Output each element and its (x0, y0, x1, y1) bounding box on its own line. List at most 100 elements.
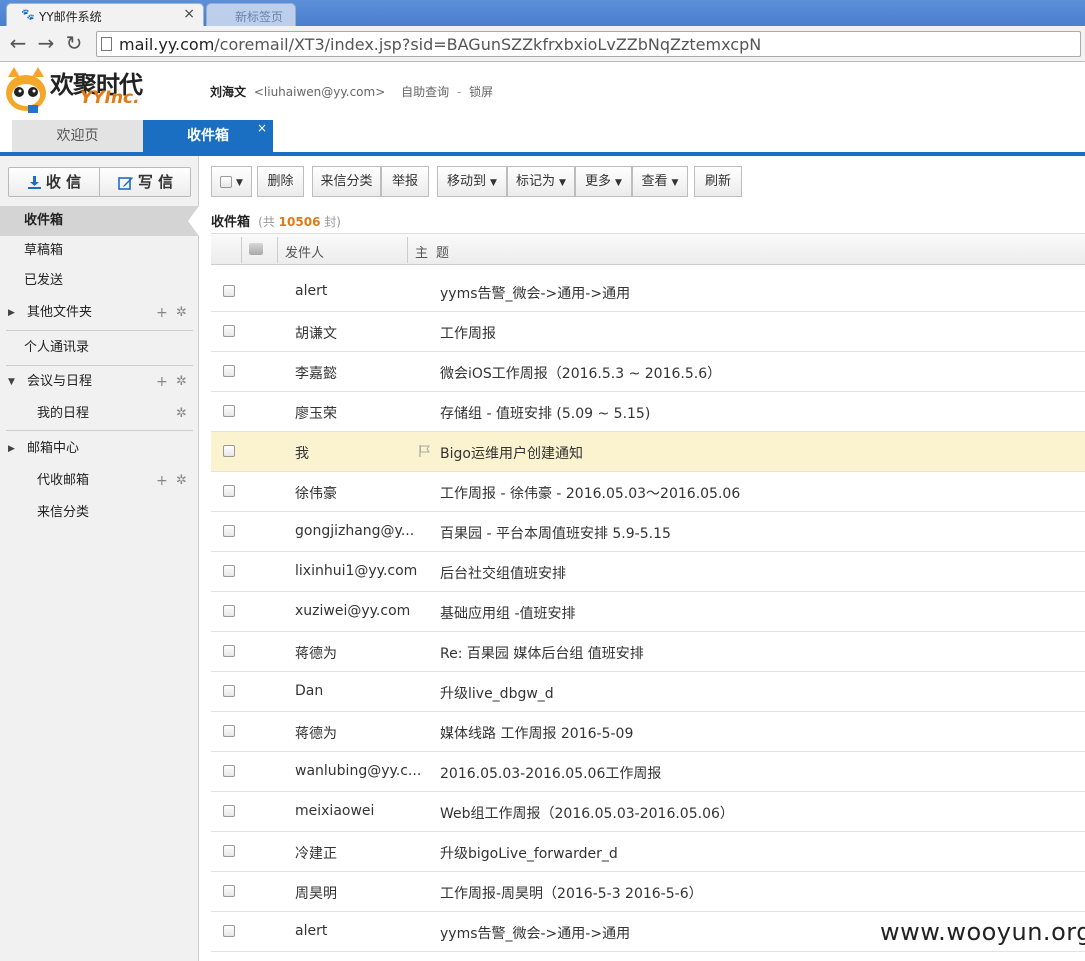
row-subject: 媒体线路 工作周报 2016-5-09 (440, 726, 634, 742)
row-checkbox[interactable] (223, 725, 235, 737)
forward-arrow-icon[interactable]: → (34, 32, 58, 56)
gear-icon[interactable]: ✲ (176, 466, 187, 496)
row-subject: 升级bigoLive_forwarder_d (440, 846, 618, 862)
table-row[interactable]: 蒋德为 Re: 百果园 媒体后台组 值班安排 (211, 632, 1085, 672)
row-subject: Web组工作周报（2016.05.03-2016.05.06） (440, 806, 734, 822)
add-collect-icon[interactable]: + (156, 466, 168, 496)
tab-welcome[interactable]: 欢迎页 (12, 120, 143, 152)
row-checkbox[interactable] (223, 685, 235, 697)
table-row[interactable]: 我 Bigo运维用户创建通知 (211, 432, 1085, 472)
select-all-checkbox[interactable] (220, 175, 233, 188)
refresh-button[interactable]: 刷新 (694, 166, 742, 197)
sidebar-item-label: 我的日程 (37, 406, 90, 421)
subject-column-header[interactable]: 主题 (415, 242, 457, 261)
logo-en-text: YYInc. (80, 88, 140, 108)
receive-button[interactable]: 收 信 (9, 168, 100, 196)
browser-tab-active[interactable]: 🐾 YY邮件系统 × (6, 3, 204, 26)
row-checkbox[interactable] (223, 445, 235, 457)
add-calendar-icon[interactable]: + (156, 367, 168, 397)
sidebar-item-drafts[interactable]: 草稿箱 (0, 236, 199, 266)
sidebar-item-other-folders[interactable]: ▶ 其他文件夹 + ✲ (0, 298, 199, 328)
download-icon (27, 176, 41, 189)
expand-arrow-icon[interactable]: ▶ (8, 434, 15, 464)
row-checkbox[interactable] (223, 365, 235, 377)
row-subject: 工作周报-周昊明（2016-5-3 2016-5-6） (440, 886, 703, 902)
delete-button[interactable]: 删除 (257, 166, 304, 197)
message-count: (共 10506 封) (258, 215, 341, 229)
sidebar-item-label: 邮箱中心 (27, 441, 80, 456)
row-sender: 我 (295, 446, 309, 462)
sidebar-item-inbox[interactable]: 收件箱 (0, 206, 199, 236)
back-arrow-icon[interactable]: ← (6, 32, 30, 56)
tab-inbox[interactable]: 收件箱 × (143, 120, 273, 152)
row-checkbox[interactable] (223, 525, 235, 537)
user-email: <liuhaiwen@yy.com> (253, 85, 386, 99)
table-row[interactable]: meixiaowei Web组工作周报（2016.05.03-2016.05.06… (211, 792, 1085, 832)
self-query-link[interactable]: 自助查询 (401, 85, 449, 99)
table-row[interactable]: 徐伟豪 工作周报 - 徐伟豪 - 2016.05.03～2016.05.06 (211, 472, 1085, 512)
mark-as-button[interactable]: 标记为 ▼ (507, 166, 575, 197)
row-sender: alert (295, 923, 328, 939)
sidebar-item-label: 收件箱 (24, 213, 64, 228)
table-row[interactable]: 胡谦文 工作周报 (211, 312, 1085, 352)
classify-button[interactable]: 来信分类 (312, 166, 381, 197)
table-row[interactable]: wanlubing@yy.c... 2016.05.03-2016.05.06工作… (211, 752, 1085, 792)
sidebar-item-calendar[interactable]: ▼ 会议与日程 + ✲ (0, 367, 199, 397)
sidebar-item-sent[interactable]: 已发送 (0, 266, 199, 296)
table-row[interactable]: xuziwei@yy.com 基础应用组 -值班安排 (211, 592, 1085, 632)
yy-logo[interactable]: 欢聚时代 YYInc. (0, 63, 150, 118)
table-row[interactable]: 冷建正 升级bigoLive_forwarder_d (211, 832, 1085, 872)
row-subject: 2016.05.03-2016.05.06工作周报 (440, 766, 662, 782)
report-button[interactable]: 举报 (381, 166, 429, 197)
add-folder-icon[interactable]: + (156, 298, 168, 328)
gear-icon[interactable]: ✲ (176, 399, 187, 429)
row-checkbox[interactable] (223, 645, 235, 657)
table-row[interactable]: alert yyms告警_微会->通用->通用 (211, 272, 1085, 312)
table-row[interactable]: lixinhui1@yy.com 后台社交组值班安排 (211, 552, 1085, 592)
row-checkbox[interactable] (223, 405, 235, 417)
table-row[interactable]: Dan 升级live_dbgw_d (211, 672, 1085, 712)
row-checkbox[interactable] (223, 765, 235, 777)
sidebar-item-my-schedule[interactable]: 我的日程 ✲ (0, 399, 199, 429)
view-button[interactable]: 查看 ▼ (632, 166, 688, 197)
row-checkbox[interactable] (223, 565, 235, 577)
table-row[interactable]: 蒋德为 媒体线路 工作周报 2016-5-09 (211, 712, 1085, 752)
flag-icon[interactable] (419, 445, 430, 457)
row-checkbox[interactable] (223, 285, 235, 297)
sidebar-item-contacts[interactable]: 个人通讯录 (0, 333, 199, 363)
reload-icon[interactable]: ↻ (62, 32, 86, 56)
collapse-arrow-icon[interactable]: ▼ (8, 367, 15, 397)
address-bar[interactable]: mail.yy.com/coremail/XT3/index.jsp?sid=B… (96, 31, 1081, 57)
browser-tab-inactive[interactable]: 新标签页 (206, 3, 296, 26)
row-checkbox[interactable] (223, 925, 235, 937)
table-row[interactable]: 李嘉懿 微会iOS工作周报（2016.5.3 ~ 2016.5.6） (211, 352, 1085, 392)
table-row[interactable]: 周昊明 工作周报-周昊明（2016-5-3 2016-5-6） (211, 872, 1085, 912)
row-sender: lixinhui1@yy.com (295, 563, 418, 579)
row-sender: wanlubing@yy.c... (295, 763, 422, 779)
row-checkbox[interactable] (223, 605, 235, 617)
move-to-label: 移动到 (447, 174, 487, 189)
sidebar-item-collect-mail[interactable]: 代收邮箱 + ✲ (0, 466, 199, 496)
select-all-dropdown[interactable]: ▼ (211, 166, 252, 197)
table-row[interactable]: gongjizhang@y... 百果园 - 平台本周值班安排 5.9-5.15 (211, 512, 1085, 552)
chevron-down-icon: ▼ (236, 178, 243, 188)
compose-button[interactable]: 写 信 (100, 168, 191, 196)
close-tab-icon[interactable]: × (183, 6, 195, 22)
row-checkbox[interactable] (223, 845, 235, 857)
more-button[interactable]: 更多 ▼ (575, 166, 632, 197)
close-tab-inbox-icon[interactable]: × (257, 112, 267, 144)
table-row[interactable]: 廖玉荣 存储组 - 值班安排 (5.09 ~ 5.15) (211, 392, 1085, 432)
gear-icon[interactable]: ✲ (176, 298, 187, 328)
lock-screen-link[interactable]: 锁屏 (469, 85, 493, 99)
sidebar-item-mail-rules[interactable]: 来信分类 (0, 498, 199, 528)
read-status-icon[interactable] (249, 243, 263, 255)
row-checkbox[interactable] (223, 805, 235, 817)
move-to-button[interactable]: 移动到 ▼ (437, 166, 507, 197)
sender-column-header[interactable]: 发件人 (285, 242, 324, 261)
expand-arrow-icon[interactable]: ▶ (8, 298, 15, 328)
row-checkbox[interactable] (223, 325, 235, 337)
gear-icon[interactable]: ✲ (176, 367, 187, 397)
sidebar-item-mail-center[interactable]: ▶ 邮箱中心 (0, 434, 199, 464)
row-checkbox[interactable] (223, 885, 235, 897)
row-checkbox[interactable] (223, 485, 235, 497)
